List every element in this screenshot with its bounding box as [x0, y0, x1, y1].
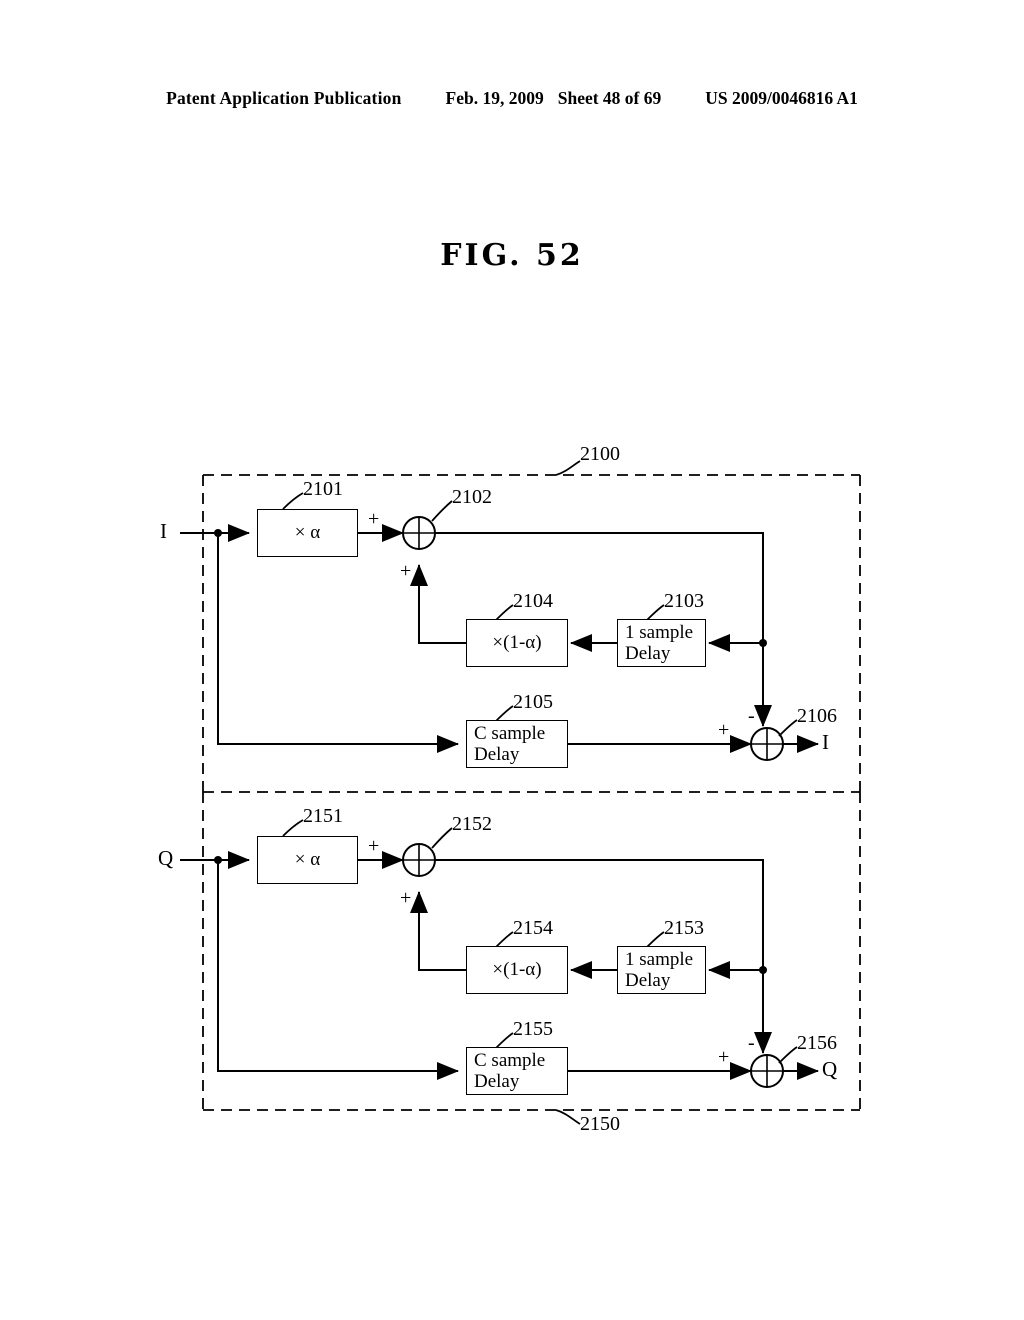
block-2104-line-1: ×(1-α): [492, 632, 542, 654]
block-2155-c-sample-delay[interactable]: C sample Delay: [466, 1047, 568, 1095]
sign-2152-plus-a: +: [368, 835, 380, 857]
block-2153-line-1: 1 sample: [625, 948, 694, 970]
block-2154-multiply-one-minus-alpha[interactable]: ×(1-α): [466, 946, 568, 994]
leader-2150: [555, 1109, 581, 1125]
ref-label-2103: 2103: [664, 590, 704, 612]
block-diagram: × α 1 sample Delay ×(1-α) C sample Delay…: [0, 0, 1024, 1320]
sign-2106-plus: +: [718, 719, 730, 741]
block-2155-line-2: Delay: [474, 1071, 520, 1092]
block-2103-line-1: 1 sample: [625, 621, 694, 643]
block-2105-line-2: Delay: [474, 744, 520, 765]
block-2104-multiply-one-minus-alpha[interactable]: ×(1-α): [466, 619, 568, 667]
block-2105-line-1: C sample: [474, 722, 546, 744]
ref-label-2102: 2102: [452, 486, 492, 508]
ref-label-2155: 2155: [513, 1018, 553, 1040]
ref-label-2150: 2150: [580, 1113, 620, 1135]
junction-dot: [759, 966, 767, 974]
output-port-q: Q: [822, 1057, 838, 1081]
block-2151-line-1: × α: [294, 849, 321, 871]
ref-label-2151: 2151: [303, 805, 343, 827]
input-port-i: I: [160, 519, 167, 543]
block-2153-line-2: Delay: [625, 970, 671, 991]
output-port-i: I: [822, 730, 829, 754]
block-2103-line-2: Delay: [625, 643, 671, 664]
ref-label-2100: 2100: [580, 443, 620, 465]
junction-dot: [214, 529, 222, 537]
adder-2106: [750, 727, 784, 761]
block-2101-multiply-alpha[interactable]: × α: [257, 509, 358, 557]
block-2151-multiply-alpha[interactable]: × α: [257, 836, 358, 884]
junction-dot: [214, 856, 222, 864]
block-2103-one-sample-delay[interactable]: 1 sample Delay: [617, 619, 706, 667]
block-2101-line-1: × α: [294, 522, 321, 544]
ref-label-2153: 2153: [664, 917, 704, 939]
sign-2106-minus: -: [748, 705, 755, 727]
adder-2156: [750, 1054, 784, 1088]
block-2153-one-sample-delay[interactable]: 1 sample Delay: [617, 946, 706, 994]
sign-2152-plus-b: +: [400, 887, 412, 909]
block-2155-line-1: C sample: [474, 1049, 546, 1071]
ref-label-2152: 2152: [452, 813, 492, 835]
ref-label-2154: 2154: [513, 917, 553, 939]
junction-dot: [759, 639, 767, 647]
ref-label-2156: 2156: [797, 1032, 837, 1054]
adder-2152: [402, 843, 436, 877]
sign-2156-plus: +: [718, 1046, 730, 1068]
adder-2102: [402, 516, 436, 550]
sign-2102-plus-b: +: [400, 560, 412, 582]
input-port-q: Q: [158, 846, 174, 870]
ref-label-2105: 2105: [513, 691, 553, 713]
ref-label-2101: 2101: [303, 478, 343, 500]
block-2154-line-1: ×(1-α): [492, 959, 542, 981]
block-2105-c-sample-delay[interactable]: C sample Delay: [466, 720, 568, 768]
ref-label-2106: 2106: [797, 705, 837, 727]
leader-2100: [555, 460, 581, 476]
ref-label-2104: 2104: [513, 590, 553, 612]
sign-2156-minus: -: [748, 1032, 755, 1054]
sign-2102-plus-a: +: [368, 508, 380, 530]
